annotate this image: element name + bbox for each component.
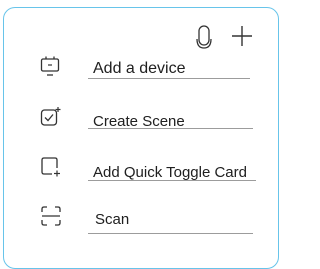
divider [88, 128, 253, 129]
menu-item-label: Add a device [93, 60, 186, 77]
device-add-icon [40, 56, 60, 76]
scene-create-icon [40, 107, 61, 126]
divider [88, 180, 256, 181]
menu-item-label: Add Quick Toggle Card [93, 164, 247, 181]
menu-item-scan[interactable]: Scan [0, 200, 283, 240]
divider [88, 78, 250, 79]
scan-icon [41, 206, 61, 226]
menu-item-create-scene[interactable]: Create Scene [0, 100, 283, 140]
menu-item-add-quick-toggle-card[interactable]: Add Quick Toggle Card [0, 150, 283, 190]
menu-item-add-device[interactable]: Add a device [0, 50, 283, 90]
quick-toggle-card-icon [41, 157, 60, 177]
divider [88, 233, 253, 234]
menu-item-label: Scan [95, 211, 130, 228]
plus-icon[interactable] [231, 25, 253, 47]
microphone-icon[interactable] [196, 25, 212, 51]
